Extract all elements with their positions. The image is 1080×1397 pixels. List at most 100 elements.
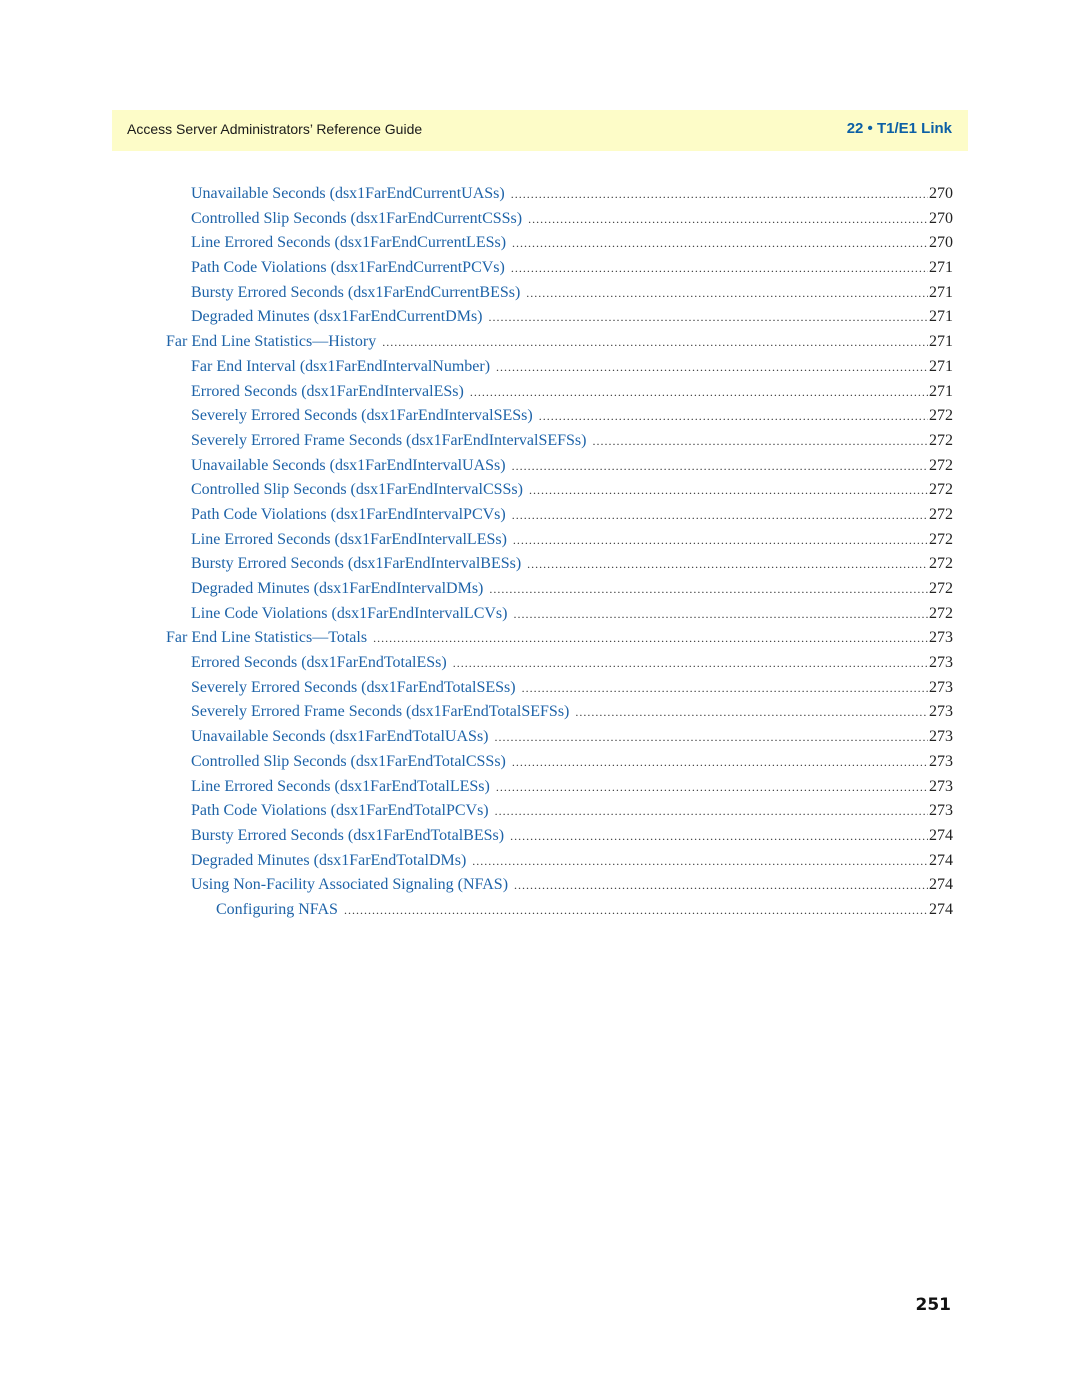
toc-entry[interactable]: Line Errored Seconds (dsx1FarEndCurrentL… xyxy=(0,234,1080,259)
toc-entry[interactable]: Bursty Errored Seconds (dsx1FarEndInterv… xyxy=(0,555,1080,580)
toc-entry-page[interactable]: 272 xyxy=(929,580,953,598)
toc-entry[interactable]: Severely Errored Seconds (dsx1FarEndInte… xyxy=(0,407,1080,432)
toc-entry[interactable]: Severely Errored Seconds (dsx1FarEndTota… xyxy=(0,679,1080,704)
toc-entry-page[interactable]: 274 xyxy=(929,876,953,894)
dot-leader xyxy=(513,533,928,548)
toc-entry[interactable]: Far End Line Statistics—History 271 xyxy=(0,333,1080,358)
dot-leader xyxy=(528,212,928,227)
toc-entry-page[interactable]: 273 xyxy=(929,703,953,721)
table-of-contents: Unavailable Seconds (dsx1FarEndCurrentUA… xyxy=(0,185,1080,926)
toc-entry-title[interactable]: Degraded Minutes (dsx1FarEndIntervalDMs) xyxy=(191,580,483,598)
toc-entry-title[interactable]: Line Errored Seconds (dsx1FarEndCurrentL… xyxy=(191,234,506,252)
toc-entry-title[interactable]: Controlled Slip Seconds (dsx1FarEndTotal… xyxy=(191,753,506,771)
toc-entry[interactable]: Line Errored Seconds (dsx1FarEndInterval… xyxy=(0,531,1080,556)
toc-entry-page[interactable]: 271 xyxy=(929,259,953,277)
toc-entry-title[interactable]: Path Code Violations (dsx1FarEndTotalPCV… xyxy=(191,802,489,820)
toc-entry[interactable]: Degraded Minutes (dsx1FarEndIntervalDMs)… xyxy=(0,580,1080,605)
toc-entry-title[interactable]: Controlled Slip Seconds (dsx1FarEndCurre… xyxy=(191,210,522,228)
toc-entry[interactable]: Bursty Errored Seconds (dsx1FarEndTotalB… xyxy=(0,827,1080,852)
toc-entry-page[interactable]: 272 xyxy=(929,407,953,425)
toc-entry[interactable]: Degraded Minutes (dsx1FarEndCurrentDMs) 2… xyxy=(0,308,1080,333)
toc-entry[interactable]: Path Code Violations (dsx1FarEndInterval… xyxy=(0,506,1080,531)
toc-entry-title[interactable]: Severely Errored Seconds (dsx1FarEndInte… xyxy=(191,407,533,425)
toc-entry-page[interactable]: 271 xyxy=(929,358,953,376)
toc-entry-title[interactable]: Configuring NFAS xyxy=(216,901,338,919)
toc-entry[interactable]: Unavailable Seconds (dsx1FarEndTotalUASs… xyxy=(0,728,1080,753)
running-header: Access Server Administrators’ Reference … xyxy=(112,110,968,151)
toc-entry[interactable]: Line Errored Seconds (dsx1FarEndTotalLES… xyxy=(0,778,1080,803)
toc-entry-title[interactable]: Unavailable Seconds (dsx1FarEndTotalUASs… xyxy=(191,728,489,746)
dot-leader xyxy=(496,780,928,795)
toc-entry-page[interactable]: 272 xyxy=(929,481,953,499)
toc-entry-title[interactable]: Far End Line Statistics—Totals xyxy=(166,629,367,647)
toc-entry-title[interactable]: Severely Errored Frame Seconds (dsx1FarE… xyxy=(191,432,586,450)
toc-entry-title[interactable]: Degraded Minutes (dsx1FarEndCurrentDMs) xyxy=(191,308,483,326)
toc-entry[interactable]: Using Non-Facility Associated Signaling … xyxy=(0,876,1080,901)
toc-entry[interactable]: Far End Line Statistics—Totals 273 xyxy=(0,629,1080,654)
toc-entry[interactable]: Path Code Violations (dsx1FarEndCurrentP… xyxy=(0,259,1080,284)
toc-entry-page[interactable]: 273 xyxy=(929,679,953,697)
toc-entry-page[interactable]: 270 xyxy=(929,234,953,252)
toc-entry-title[interactable]: Degraded Minutes (dsx1FarEndTotalDMs) xyxy=(191,852,466,870)
toc-entry[interactable]: Severely Errored Frame Seconds (dsx1FarE… xyxy=(0,703,1080,728)
toc-entry-page[interactable]: 273 xyxy=(929,728,953,746)
toc-entry-title[interactable]: Bursty Errored Seconds (dsx1FarEndTotalB… xyxy=(191,827,504,845)
toc-entry-title[interactable]: Unavailable Seconds (dsx1FarEndCurrentUA… xyxy=(191,185,505,203)
toc-entry[interactable]: Configuring NFAS 274 xyxy=(0,901,1080,926)
toc-entry-title[interactable]: Line Errored Seconds (dsx1FarEndInterval… xyxy=(191,531,507,549)
toc-entry[interactable]: Far End Interval (dsx1FarEndIntervalNumb… xyxy=(0,358,1080,383)
toc-entry[interactable]: Severely Errored Frame Seconds (dsx1FarE… xyxy=(0,432,1080,457)
toc-entry-page[interactable]: 273 xyxy=(929,778,953,796)
toc-entry-page[interactable]: 272 xyxy=(929,432,953,450)
toc-entry[interactable]: Controlled Slip Seconds (dsx1FarEndTotal… xyxy=(0,753,1080,778)
toc-entry-page[interactable]: 272 xyxy=(929,457,953,475)
toc-entry[interactable]: Controlled Slip Seconds (dsx1FarEndCurre… xyxy=(0,210,1080,235)
toc-entry-page[interactable]: 273 xyxy=(929,753,953,771)
toc-entry-page[interactable]: 274 xyxy=(929,827,953,845)
toc-entry-title[interactable]: Line Code Violations (dsx1FarEndInterval… xyxy=(191,605,507,623)
dot-leader xyxy=(495,730,929,745)
dot-leader xyxy=(514,878,928,893)
toc-entry-page[interactable]: 274 xyxy=(929,901,953,919)
toc-entry-title[interactable]: Using Non-Facility Associated Signaling … xyxy=(191,876,508,894)
toc-entry-title[interactable]: Line Errored Seconds (dsx1FarEndTotalLES… xyxy=(191,778,490,796)
toc-entry-title[interactable]: Errored Seconds (dsx1FarEndIntervalESs) xyxy=(191,383,464,401)
toc-entry-title[interactable]: Severely Errored Seconds (dsx1FarEndTota… xyxy=(191,679,516,697)
toc-entry-title[interactable]: Far End Line Statistics—History xyxy=(166,333,376,351)
toc-entry-title[interactable]: Errored Seconds (dsx1FarEndTotalESs) xyxy=(191,654,447,672)
toc-entry-page[interactable]: 272 xyxy=(929,531,953,549)
toc-entry[interactable]: Degraded Minutes (dsx1FarEndTotalDMs) 274 xyxy=(0,852,1080,877)
toc-entry-page[interactable]: 272 xyxy=(929,605,953,623)
toc-entry[interactable]: Errored Seconds (dsx1FarEndTotalESs) 273 xyxy=(0,654,1080,679)
toc-entry-page[interactable]: 272 xyxy=(929,506,953,524)
toc-entry-page[interactable]: 271 xyxy=(929,284,953,302)
toc-entry[interactable]: Line Code Violations (dsx1FarEndInterval… xyxy=(0,605,1080,630)
toc-entry-page[interactable]: 273 xyxy=(929,802,953,820)
toc-entry[interactable]: Bursty Errored Seconds (dsx1FarEndCurren… xyxy=(0,284,1080,309)
toc-entry-title[interactable]: Bursty Errored Seconds (dsx1FarEndCurren… xyxy=(191,284,520,302)
dot-leader xyxy=(512,755,928,770)
toc-entry-title[interactable]: Bursty Errored Seconds (dsx1FarEndInterv… xyxy=(191,555,521,573)
toc-entry[interactable]: Path Code Violations (dsx1FarEndTotalPCV… xyxy=(0,802,1080,827)
toc-entry-title[interactable]: Unavailable Seconds (dsx1FarEndIntervalU… xyxy=(191,457,506,475)
toc-entry[interactable]: Unavailable Seconds (dsx1FarEndIntervalU… xyxy=(0,457,1080,482)
toc-entry-title[interactable]: Far End Interval (dsx1FarEndIntervalNumb… xyxy=(191,358,490,376)
toc-entry-page[interactable]: 273 xyxy=(929,654,953,672)
toc-entry-page[interactable]: 272 xyxy=(929,555,953,573)
toc-entry-page[interactable]: 271 xyxy=(929,308,953,326)
toc-entry-page[interactable]: 271 xyxy=(929,333,953,351)
toc-entry-page[interactable]: 271 xyxy=(929,383,953,401)
toc-entry-title[interactable]: Path Code Violations (dsx1FarEndInterval… xyxy=(191,506,506,524)
toc-entry[interactable]: Unavailable Seconds (dsx1FarEndCurrentUA… xyxy=(0,185,1080,210)
toc-entry-title[interactable]: Severely Errored Frame Seconds (dsx1FarE… xyxy=(191,703,569,721)
toc-entry-page[interactable]: 273 xyxy=(929,629,953,647)
toc-entry[interactable]: Controlled Slip Seconds (dsx1FarEndInter… xyxy=(0,481,1080,506)
toc-entry-page[interactable]: 274 xyxy=(929,852,953,870)
dot-leader xyxy=(495,804,928,819)
dot-leader xyxy=(513,607,928,622)
toc-entry[interactable]: Errored Seconds (dsx1FarEndIntervalESs) 2… xyxy=(0,383,1080,408)
toc-entry-title[interactable]: Path Code Violations (dsx1FarEndCurrentP… xyxy=(191,259,505,277)
toc-entry-page[interactable]: 270 xyxy=(929,185,953,203)
toc-entry-title[interactable]: Controlled Slip Seconds (dsx1FarEndInter… xyxy=(191,481,523,499)
toc-entry-page[interactable]: 270 xyxy=(929,210,953,228)
